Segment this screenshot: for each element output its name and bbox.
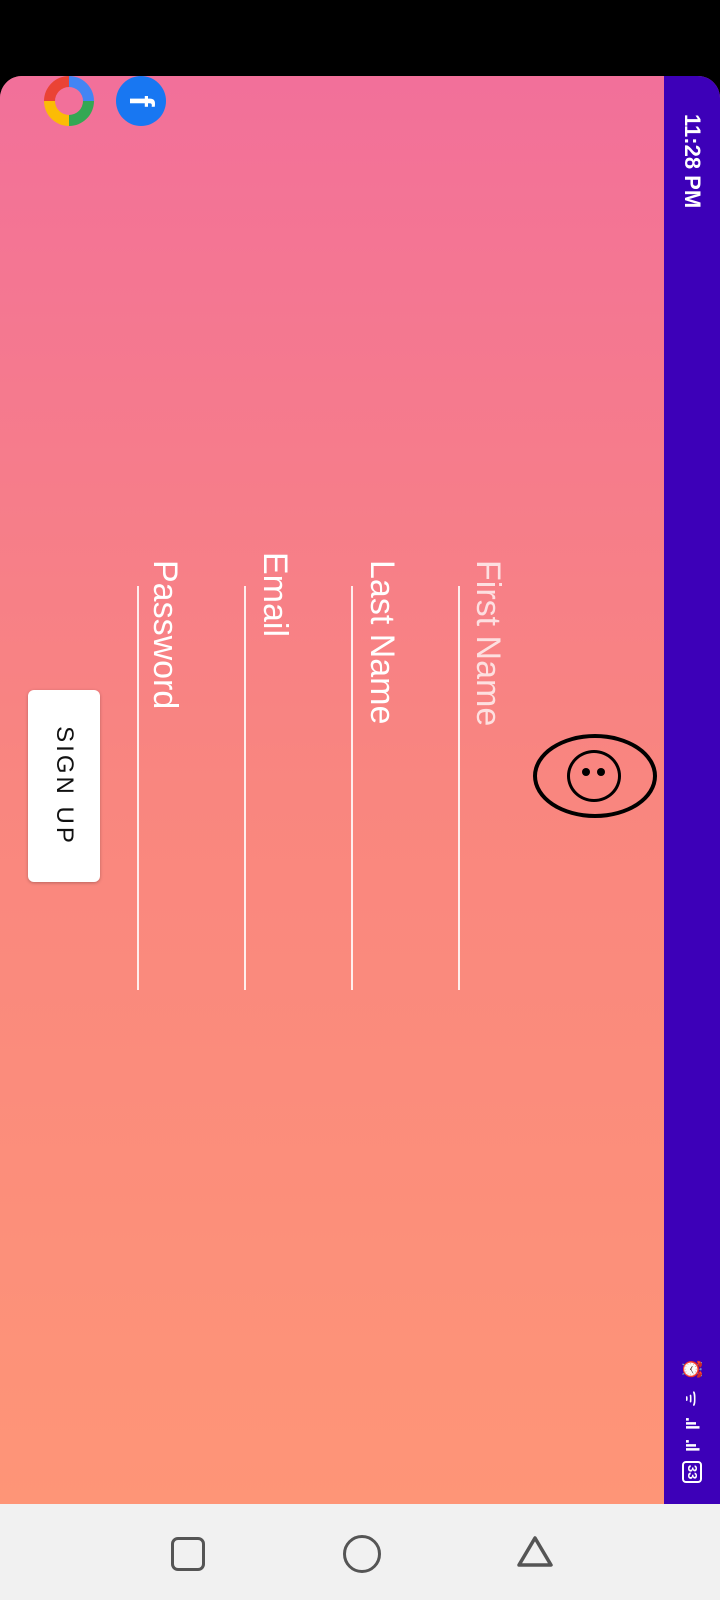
alarm-icon: ⏰ [682,1358,702,1381]
email-field[interactable]: Email [255,552,295,652]
status-time: 11:28 PM [680,114,705,209]
avatar-eye [582,768,590,776]
last-name-underline [351,586,353,990]
navigation-bar [0,1504,720,1600]
password-underline [137,586,139,990]
google-signin-button[interactable] [44,76,94,126]
first-name-field[interactable]: First Name [468,560,508,740]
first-name-underline [458,586,460,990]
battery-icon: 33 [682,1460,702,1484]
signal-icon: .ıl [682,1416,702,1429]
wifi-icon: ᯤ [682,1390,702,1407]
email-underline [244,586,246,990]
home-icon[interactable] [343,1535,381,1573]
back-icon[interactable] [515,1534,555,1570]
gradient-background: f First Name Last Name Email Password SI… [0,76,664,1504]
facebook-signin-button[interactable]: f [116,76,166,126]
signup-button-label: SIGN UP [51,726,78,846]
last-name-field[interactable]: Last Name [362,560,402,740]
status-bar: 11:28 PM ⏰ ᯤ .ıl .ıl 33 [664,76,720,1504]
status-icons: ⏰ ᯤ .ıl .ıl 33 [677,1358,707,1504]
signal-icon: .ıl [682,1438,702,1451]
google-icon [55,87,83,115]
avatar-eye [597,768,605,776]
password-field[interactable]: Password [145,560,185,720]
facebook-icon: f [122,95,160,107]
avatar [533,734,657,818]
signup-button[interactable]: SIGN UP [28,690,100,882]
avatar-face [567,750,621,802]
signup-screen: f First Name Last Name Email Password SI… [0,76,720,1504]
camera-cutout-area [0,0,720,76]
recents-icon[interactable] [171,1537,205,1571]
